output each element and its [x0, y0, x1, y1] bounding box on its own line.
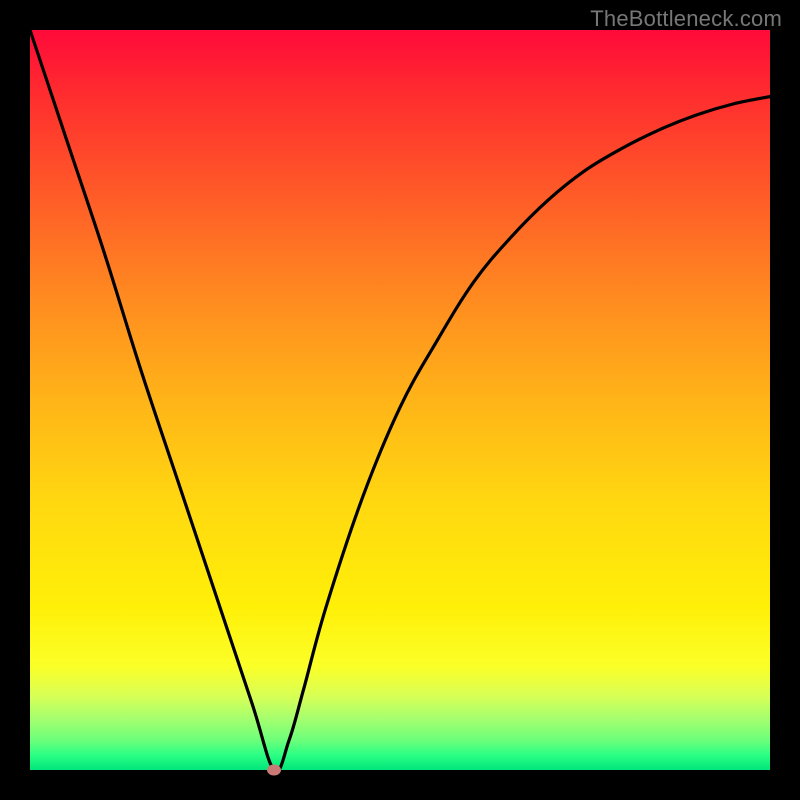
minimum-marker	[267, 765, 281, 776]
curve-svg	[30, 30, 770, 770]
chart-frame: TheBottleneck.com	[0, 0, 800, 800]
bottleneck-curve-path	[30, 30, 770, 770]
plot-area	[30, 30, 770, 770]
watermark-text: TheBottleneck.com	[590, 6, 782, 32]
